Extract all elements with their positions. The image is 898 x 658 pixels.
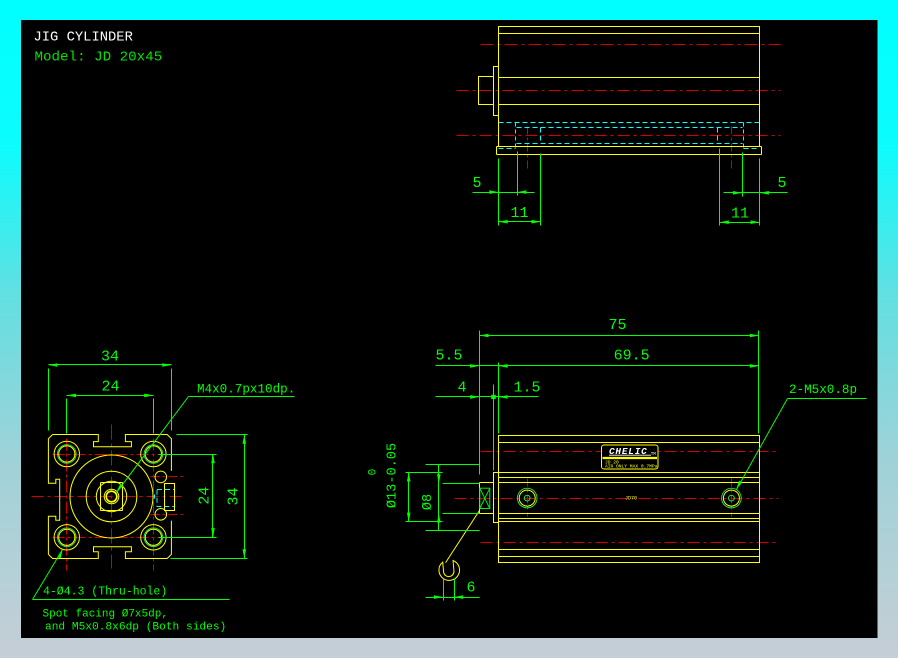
svg-text:Spot facing Ø7x5dp,: Spot facing Ø7x5dp,: [43, 609, 168, 621]
svg-text:JIG CYLINDER: JIG CYLINDER: [34, 31, 133, 46]
svg-text:1.5: 1.5: [513, 380, 540, 397]
svg-text:Model: JD 20x45: Model: JD 20x45: [35, 50, 163, 66]
svg-text:4-Ø4.3 (Thru-hole): 4-Ø4.3 (Thru-hole): [43, 586, 167, 599]
svg-text:0: 0: [368, 469, 380, 476]
svg-text:Ø13-0.05: Ø13-0.05: [386, 443, 401, 508]
svg-text:5: 5: [777, 175, 786, 192]
svg-text:5: 5: [472, 175, 481, 192]
svg-text:34: 34: [101, 349, 119, 366]
svg-text:34: 34: [225, 487, 242, 505]
svg-text:JD70: JD70: [625, 496, 637, 502]
svg-text:2-M5x0.8p: 2-M5x0.8p: [789, 383, 857, 397]
svg-text:11: 11: [731, 206, 749, 223]
svg-text:11: 11: [510, 205, 528, 222]
svg-text:Ø8: Ø8: [421, 494, 436, 510]
svg-text:75: 75: [608, 317, 626, 334]
svg-text:TM: TM: [651, 453, 657, 457]
svg-text:24: 24: [101, 379, 119, 396]
svg-text:and M5x0.8x6dp (Both sides): and M5x0.8x6dp (Both sides): [45, 622, 226, 634]
svg-text:4: 4: [457, 380, 466, 397]
svg-text:5.5: 5.5: [435, 348, 462, 365]
svg-text:M4x0.7px10dp.: M4x0.7px10dp.: [197, 383, 295, 397]
svg-text:69.5: 69.5: [614, 348, 650, 365]
svg-text:24: 24: [197, 487, 214, 505]
svg-text:AIR ONLY MAX 0.7MPa: AIR ONLY MAX 0.7MPa: [605, 464, 658, 470]
svg-text:6: 6: [466, 580, 475, 597]
